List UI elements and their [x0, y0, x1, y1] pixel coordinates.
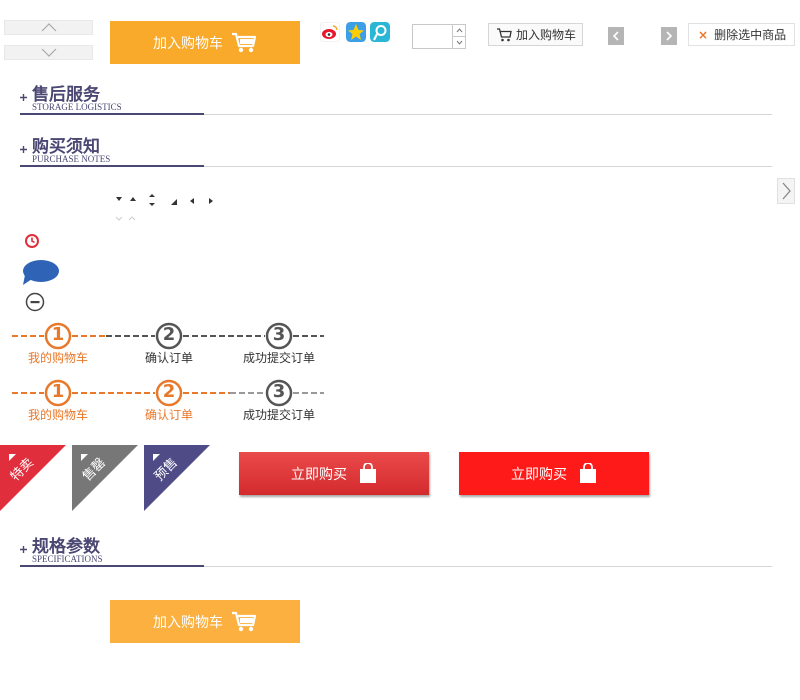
chevron-up-icon [456, 28, 463, 33]
scroll-down-button[interactable] [4, 45, 93, 60]
section-divider [204, 166, 772, 167]
plus-icon [20, 146, 27, 153]
step-label: 成功提交订单 [242, 351, 315, 365]
qzone-icon[interactable] [346, 22, 366, 42]
step-number: 1 [51, 324, 65, 345]
chevron-right-icon [666, 31, 673, 41]
step-label: 我的购物车 [27, 408, 88, 422]
chevron-left-icon [612, 31, 619, 41]
section-subtitle: SPECIFICATIONS [32, 554, 103, 564]
section-subtitle: STORAGE LOGISTICS [32, 102, 122, 112]
weibo-icon[interactable] [320, 22, 340, 42]
step-number: 2 [162, 381, 176, 402]
add-to-cart-button-bottom[interactable]: 加入购物车 [110, 600, 300, 643]
chevron-right-icon [782, 182, 791, 200]
plus-icon [20, 94, 27, 101]
cart-icon [232, 611, 257, 631]
section-specifications: 规格参数 SPECIFICATIONS [20, 532, 772, 572]
small-add-to-cart-button[interactable]: 加入购物车 [488, 23, 583, 46]
add-to-cart-button[interactable]: 加入购物车 [110, 21, 300, 64]
next-slide-button[interactable] [777, 178, 795, 204]
order-steps-a: 1 2 3 我的购物车 确认订单 成功提交订单 [10, 322, 326, 380]
step-label: 成功提交订单 [242, 408, 315, 422]
add-to-cart-label: 加入购物车 [153, 35, 223, 52]
add-to-cart-label: 加入购物车 [153, 614, 223, 631]
step-label: 确认订单 [144, 408, 193, 422]
cart-icon [232, 32, 257, 52]
section-divider [204, 566, 772, 567]
plus-icon [20, 546, 27, 553]
ribbon-shape [0, 445, 66, 511]
section-after-sales: 售后服务 STORAGE LOGISTICS [20, 80, 772, 120]
delete-selected-button[interactable]: × 删除选中商品 [688, 23, 795, 46]
cart-icon [497, 27, 512, 41]
section-purchase-notes: 购买须知 PURCHASE NOTES [20, 132, 772, 172]
buy-now-label: 立即购买 [291, 466, 347, 483]
buy-now-label: 立即购买 [511, 466, 567, 483]
ribbon-shape [72, 445, 138, 511]
close-icon: × [698, 27, 709, 42]
step-number: 2 [162, 324, 176, 345]
next-button[interactable] [661, 27, 677, 45]
speech-bubble-icon [23, 260, 59, 285]
ribbon-shape [144, 445, 210, 511]
shopping-bag-icon [580, 463, 596, 483]
chevron-up-icon [41, 23, 56, 32]
prev-button[interactable] [608, 27, 624, 45]
ribbon-sold-out: 售罄 [72, 445, 138, 511]
small-add-to-cart-label: 加入购物车 [516, 28, 577, 42]
minus-circle-icon[interactable] [25, 292, 45, 312]
shopping-bag-icon [360, 463, 376, 483]
section-underline [20, 113, 204, 115]
step-number: 3 [272, 324, 286, 345]
section-underline [20, 565, 204, 567]
clock-icon [25, 234, 39, 248]
quantity-stepper[interactable] [412, 24, 466, 49]
section-subtitle: PURCHASE NOTES [32, 154, 111, 164]
quantity-increase[interactable] [452, 25, 466, 36]
delete-selected-label: 删除选中商品 [714, 28, 787, 42]
quantity-input[interactable] [413, 25, 452, 48]
section-divider [204, 114, 772, 115]
ribbon-special-sale: 特卖 [0, 445, 66, 511]
scroll-up-button[interactable] [4, 20, 93, 35]
step-label: 我的购物车 [27, 351, 88, 365]
buy-now-button[interactable]: 立即购买 [459, 452, 649, 495]
chevron-down-icon [41, 48, 56, 57]
order-steps-b: 1 2 3 我的购物车 确认订单 成功提交订单 [10, 379, 326, 437]
quantity-decrease[interactable] [452, 36, 466, 48]
chevron-down-icon [456, 40, 463, 45]
step-label: 确认订单 [144, 351, 193, 365]
buy-now-button[interactable]: 立即购买 [239, 452, 429, 495]
step-number: 3 [272, 381, 286, 402]
step-number: 1 [51, 381, 65, 402]
tqq-icon[interactable] [370, 22, 390, 42]
ribbon-presale: 预售 [144, 445, 210, 511]
sort-arrows-icon [115, 194, 213, 221]
section-underline [20, 165, 204, 167]
